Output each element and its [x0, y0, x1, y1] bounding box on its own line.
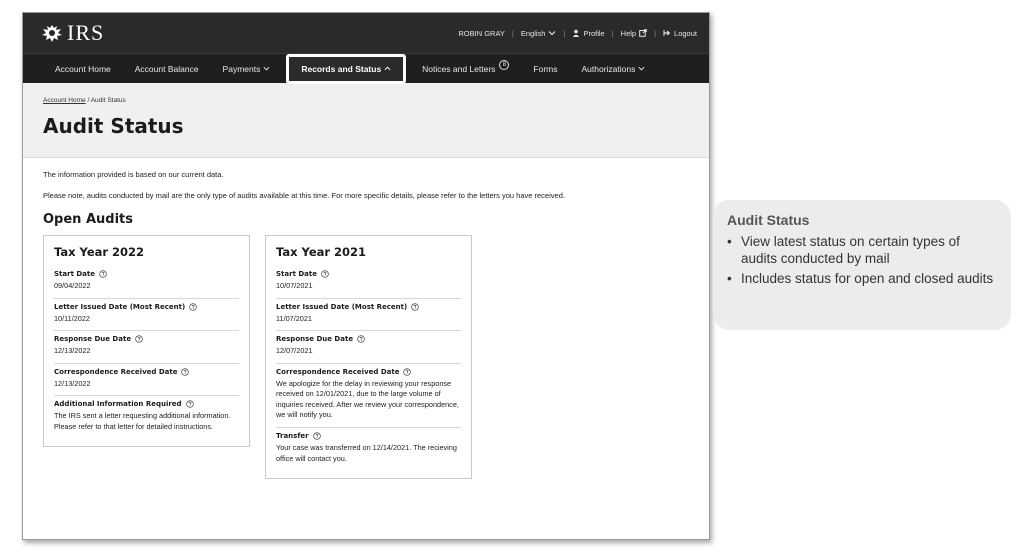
nav-account-home[interactable]: Account Home — [43, 54, 123, 84]
field-additional-information-required: Additional Information Required The IRS … — [54, 400, 231, 431]
breadcrumb-current: Audit Status — [90, 97, 126, 104]
callout-bullet: • View latest status on certain types of … — [727, 234, 960, 266]
chevron-down-icon — [549, 31, 556, 36]
question-circle-icon[interactable] — [357, 335, 365, 343]
audit-card-2022: Tax Year 2022 Start Date 09/04/2022 Lett… — [43, 235, 250, 448]
question-circle-icon[interactable] — [321, 270, 329, 278]
field-start-date: Start Date 09/04/2022 — [54, 266, 239, 299]
chevron-up-icon — [384, 66, 391, 71]
logo-text: IRS — [67, 20, 105, 45]
profile-link[interactable]: Profile — [572, 29, 605, 38]
question-circle-icon[interactable] — [189, 302, 197, 311]
question-circle-icon[interactable] — [181, 368, 190, 376]
utility-nav: ROBIN GRAY | English | Profile | Help | … — [458, 28, 697, 38]
breadcrumb-account-home[interactable]: Account Home — [43, 97, 86, 104]
field-correspondence-received-date: Correspondence Received Date We apologiz… — [276, 364, 461, 429]
card-title: Tax Year 2021 — [276, 245, 367, 259]
field-response-due-date: Response Due Date 12/13/2022 — [54, 331, 239, 364]
main-content: The information provided is based on our… — [23, 158, 709, 491]
irs-logo[interactable]: IRS — [41, 20, 104, 46]
logout-icon — [663, 30, 671, 36]
nav-forms[interactable]: Forms — [521, 54, 569, 84]
audit-cards: Tax Year 2022 Start Date 09/04/2022 Lett… — [43, 235, 689, 480]
help-link[interactable]: Help — [621, 29, 647, 38]
nav-payments[interactable]: Payments — [211, 54, 283, 84]
page-title: Audit Status — [43, 114, 184, 138]
field-letter-issued-date: Letter Issued Date (Most Recent) 10/11/2… — [54, 299, 239, 332]
nav-records-and-status[interactable]: Records and Status — [286, 53, 407, 84]
chevron-down-icon — [263, 66, 270, 71]
nav-notices-and-letters[interactable]: Notices and Letters 8 — [410, 54, 521, 84]
chevron-down-icon — [638, 66, 645, 71]
audit-card-2021: Tax Year 2021 Start Date 10/07/2021 Lett… — [265, 235, 472, 480]
notification-badge: 8 — [499, 59, 510, 70]
intro-text: The information provided is based on our… — [43, 170, 224, 179]
section-title: Open Audits — [43, 212, 133, 227]
user-icon — [573, 29, 580, 37]
eagle-icon — [42, 25, 62, 42]
audit-note-text: Please note, audits conducted by mail ar… — [43, 191, 565, 200]
callout-bullets: • View latest status on certain types of … — [727, 234, 997, 288]
title-band: Account Home / Audit Status Audit Status — [23, 83, 709, 158]
question-circle-icon[interactable] — [403, 368, 412, 376]
user-name: ROBIN GRAY — [458, 28, 505, 38]
question-circle-icon[interactable] — [312, 432, 321, 440]
audit-status-callout: Audit Status • View latest status on cert… — [713, 200, 1011, 330]
callout-title: Audit Status — [727, 212, 810, 228]
question-circle-icon[interactable] — [411, 302, 419, 311]
question-circle-icon[interactable] — [99, 270, 107, 278]
field-transfer: Transfer Your case was transferred on 12… — [276, 432, 457, 463]
main-nav: Account Home Account Balance Payments Re… — [23, 53, 709, 84]
card-title: Tax Year 2022 — [54, 245, 145, 259]
field-response-due-date: Response Due Date 12/07/2021 — [276, 331, 461, 364]
field-letter-issued-date: Letter Issued Date (Most Recent) 11/07/2… — [276, 299, 461, 332]
language-select[interactable]: English — [521, 29, 557, 38]
question-circle-icon[interactable] — [135, 335, 143, 343]
breadcrumb: Account Home / Audit Status — [43, 97, 126, 104]
browser-frame: IRS ROBIN GRAY | English | Profile | Hel… — [22, 12, 710, 540]
field-correspondence-received-date: Correspondence Received Date 12/13/2022 — [54, 364, 239, 397]
external-link-icon — [639, 29, 647, 37]
field-start-date: Start Date 10/07/2021 — [276, 266, 461, 299]
logout-link[interactable]: Logout — [663, 29, 697, 38]
callout-bullet: • Includes status for open and closed aud… — [727, 270, 994, 286]
nav-account-balance[interactable]: Account Balance — [123, 54, 211, 84]
top-header: IRS ROBIN GRAY | English | Profile | Hel… — [23, 13, 709, 53]
nav-authorizations[interactable]: Authorizations — [570, 54, 658, 84]
question-circle-icon[interactable] — [185, 400, 194, 408]
